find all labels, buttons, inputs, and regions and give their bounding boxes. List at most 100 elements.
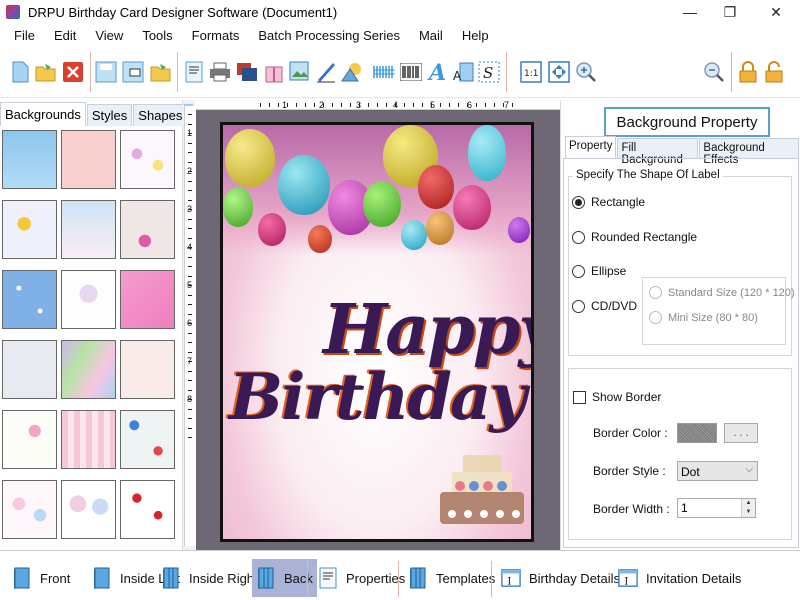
pen-button[interactable] bbox=[314, 60, 338, 84]
print-preview-button[interactable] bbox=[235, 60, 259, 84]
bottom-button-inside-right[interactable]: Inside Right bbox=[157, 559, 262, 597]
bottom-button-properties[interactable]: Properties bbox=[314, 559, 409, 597]
barcode-button[interactable] bbox=[399, 60, 423, 84]
radio-button[interactable] bbox=[649, 286, 662, 299]
word-art-button[interactable]: A bbox=[451, 60, 475, 84]
close-doc-button[interactable] bbox=[61, 60, 85, 84]
birthday-card[interactable]: Happy Birthday bbox=[220, 122, 534, 542]
thumbnail-peach-floral[interactable] bbox=[120, 340, 175, 399]
ruler-tick bbox=[188, 247, 192, 248]
ruler-tick bbox=[188, 218, 192, 220]
border-color-picker-button[interactable]: . . . bbox=[724, 423, 758, 443]
fit-window-button[interactable] bbox=[547, 60, 571, 84]
tab-property[interactable]: Property bbox=[565, 136, 617, 158]
barcode-icon bbox=[400, 63, 422, 81]
radio-standard-size[interactable]: Standard Size (120 * 120) bbox=[649, 286, 795, 299]
menu-mail[interactable]: Mail bbox=[419, 28, 443, 43]
shape-picture-button[interactable] bbox=[340, 60, 364, 84]
stepper-arrows-icon[interactable]: ▲ ▼ bbox=[741, 499, 755, 517]
tab-styles[interactable]: Styles bbox=[86, 104, 133, 126]
tab-backgrounds[interactable]: Backgrounds bbox=[0, 102, 86, 126]
checkbox[interactable] bbox=[573, 390, 586, 404]
close-button[interactable]: ✕ bbox=[754, 0, 798, 24]
thumbnail-red-hearts[interactable] bbox=[120, 480, 175, 539]
actual-size-button[interactable]: 1:1 bbox=[519, 60, 543, 84]
new-button[interactable] bbox=[8, 60, 32, 84]
thumbnail-pink-cats[interactable] bbox=[120, 270, 175, 329]
show-border-checkbox[interactable]: Show Border bbox=[573, 390, 661, 404]
thumbnail-blue-stars[interactable] bbox=[2, 270, 57, 329]
radio-ellipse[interactable]: Ellipse bbox=[572, 264, 626, 278]
radio-button[interactable] bbox=[572, 230, 585, 244]
menu-file[interactable]: File bbox=[14, 28, 35, 43]
ruler-tick bbox=[476, 103, 477, 107]
signature-button[interactable]: S bbox=[477, 60, 501, 84]
thumbnail-ladybugs[interactable] bbox=[120, 200, 175, 259]
print-button[interactable] bbox=[208, 60, 232, 84]
menu-view[interactable]: View bbox=[95, 28, 123, 43]
border-color-swatch[interactable] bbox=[677, 423, 717, 443]
image-add-button[interactable] bbox=[288, 60, 312, 84]
radio-cd-dvd[interactable]: CD/DVD bbox=[572, 299, 637, 313]
pen-icon bbox=[317, 63, 335, 83]
ruler-tick bbox=[359, 103, 360, 107]
thumbnail-grey-floral[interactable] bbox=[2, 340, 57, 399]
open-button[interactable] bbox=[34, 60, 58, 84]
bottom-button-birthday-details[interactable]: I Birthday Details bbox=[497, 559, 624, 597]
card-text-happy[interactable]: Happy bbox=[323, 290, 531, 370]
menu-help[interactable]: Help bbox=[462, 28, 489, 43]
ruler-tick bbox=[323, 103, 324, 107]
thumbnail-butterflies[interactable] bbox=[120, 130, 175, 189]
lock-button[interactable] bbox=[736, 60, 760, 84]
radio-button[interactable] bbox=[649, 311, 662, 324]
menu-batch-processing[interactable]: Batch Processing Series bbox=[258, 28, 400, 43]
radio-button[interactable] bbox=[572, 299, 585, 313]
unlock-button[interactable] bbox=[762, 60, 786, 84]
zoom-out-button[interactable] bbox=[702, 60, 726, 84]
radio-rounded-rectangle[interactable]: Rounded Rectangle bbox=[572, 230, 697, 244]
menu-tools[interactable]: Tools bbox=[142, 28, 172, 43]
border-style-select[interactable]: Dot ⌵ bbox=[677, 461, 758, 481]
ruler-tick bbox=[503, 103, 504, 107]
thumbnail-daisies[interactable] bbox=[2, 200, 57, 259]
thumbnail-colorful-balloons[interactable] bbox=[120, 410, 175, 469]
ruler-tick bbox=[188, 323, 192, 324]
minimize-button[interactable]: — bbox=[668, 0, 712, 24]
save-as-button[interactable] bbox=[121, 60, 145, 84]
menu-formats[interactable]: Formats bbox=[192, 28, 240, 43]
thumbnail-happy-birthday-text[interactable] bbox=[2, 410, 57, 469]
page-setup-button[interactable] bbox=[182, 60, 206, 84]
ruler-tick bbox=[188, 199, 192, 201]
text-button[interactable]: A bbox=[425, 60, 449, 84]
bottom-button-templates[interactable]: Templates bbox=[404, 559, 499, 597]
background-property-header: Background Property bbox=[604, 107, 770, 137]
design-canvas[interactable]: Happy Birthday bbox=[196, 110, 560, 550]
open-folder-button[interactable] bbox=[149, 60, 173, 84]
gift-button[interactable] bbox=[262, 60, 286, 84]
zoom-in-button[interactable] bbox=[574, 60, 598, 84]
border-width-stepper[interactable]: 1 ▲ ▼ bbox=[677, 498, 756, 518]
thumbnail-balloon-bunches[interactable] bbox=[61, 480, 116, 539]
cake-image[interactable] bbox=[438, 450, 526, 530]
tab-fill-background[interactable]: Fill Background bbox=[617, 138, 699, 166]
tab-shapes[interactable]: Shapes bbox=[133, 104, 188, 126]
card-text-birthday[interactable]: Birthday bbox=[229, 360, 527, 435]
radio-button[interactable] bbox=[572, 195, 585, 209]
tab-background-effects[interactable]: Background Effects bbox=[699, 138, 799, 166]
maximize-button[interactable]: ❐ bbox=[708, 0, 752, 24]
thumbnail-pink-hearts-stripes[interactable] bbox=[61, 410, 116, 469]
radio-mini-size[interactable]: Mini Size (80 * 80) bbox=[649, 311, 758, 324]
menu-edit[interactable]: Edit bbox=[54, 28, 76, 43]
save-button[interactable] bbox=[94, 60, 118, 84]
radio-rectangle[interactable]: Rectangle bbox=[572, 195, 645, 209]
bottom-button-front[interactable]: Front bbox=[8, 559, 74, 597]
bottom-button-invitation-details[interactable]: I Invitation Details bbox=[614, 559, 745, 597]
thumbnail-sky-clouds[interactable] bbox=[2, 130, 57, 189]
thumbnail-pink-texture[interactable] bbox=[61, 130, 116, 189]
thumbnail-pastel-hearts[interactable] bbox=[2, 480, 57, 539]
thumbnail-pastel-house[interactable] bbox=[61, 200, 116, 259]
thumbnail-balloons-white[interactable] bbox=[61, 270, 116, 329]
barcode-lines-button[interactable] bbox=[372, 60, 396, 84]
thumbnail-rainbow-watercolor[interactable] bbox=[61, 340, 116, 399]
radio-button[interactable] bbox=[572, 264, 585, 278]
